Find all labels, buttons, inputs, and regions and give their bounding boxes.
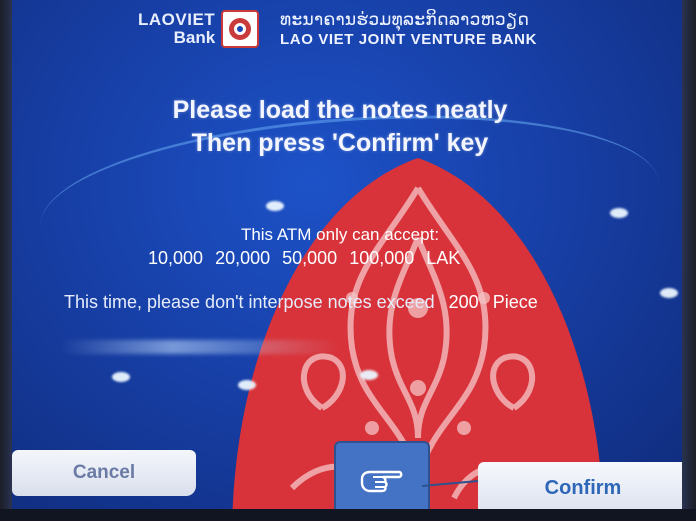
accept-title: This ATM only can accept: (240, 225, 440, 244)
light-dot (610, 208, 628, 218)
logo-line2: Bank (173, 28, 216, 47)
bank-name-en: LAO VIET JOINT VENTURE BANK (280, 31, 538, 48)
denomination-item: 100,000 (349, 248, 415, 268)
limit-message: This time, please don't interpose notes … (64, 292, 435, 312)
bank-name-block: ທະນາຄານຮ່ວມທຸລະກິດລາວຫວຽດ LAO VIET JOINT… (280, 10, 537, 50)
denomination-item: 20,000 (215, 248, 271, 268)
limit-count: 200 (448, 292, 479, 312)
limit-unit: Piece (492, 292, 538, 312)
currency-label: LAK (426, 248, 461, 268)
logo-text: LAOVIET Bank (138, 11, 215, 47)
note-limit-text: This time, please don't interpose notes … (64, 292, 538, 313)
screen-bezel (682, 0, 696, 521)
screen-bezel (0, 509, 696, 521)
logo-line1: LAOVIET (138, 10, 216, 29)
instruction-line1: Please load the notes neatly (172, 96, 508, 124)
bank-name-lao: ທະນາຄານຮ່ວມທຸລະກິດລາວຫວຽດ (280, 10, 530, 29)
denomination-list: 10,000 20,000 50,000 100,000 LAK (148, 248, 472, 269)
hand-pointer-icon (360, 470, 403, 493)
denomination-item: 10,000 (148, 248, 204, 268)
pointer-callout (334, 441, 430, 519)
denomination-item: 50,000 (282, 248, 338, 268)
instruction-line2: Then press 'Confirm' key (191, 129, 489, 157)
bank-logo: LAOVIET Bank (138, 10, 260, 48)
light-reflection (60, 340, 340, 354)
cancel-button[interactable]: Cancel (12, 450, 196, 496)
instruction-text: Please load the notes neatly Then press … (80, 94, 600, 160)
callout-arrow (422, 480, 479, 487)
light-dot (112, 372, 130, 382)
screen-bezel (0, 0, 12, 521)
light-dot (360, 370, 378, 380)
light-dot (266, 201, 284, 211)
light-dot (660, 288, 678, 298)
bank-logo-icon (221, 10, 260, 48)
confirm-button[interactable]: Confirm (478, 462, 688, 514)
light-dot (238, 380, 256, 390)
atm-screen: LAOVIET Bank ທະນາຄານຮ່ວມທຸລະກິດລາວຫວຽດ L… (0, 0, 696, 521)
